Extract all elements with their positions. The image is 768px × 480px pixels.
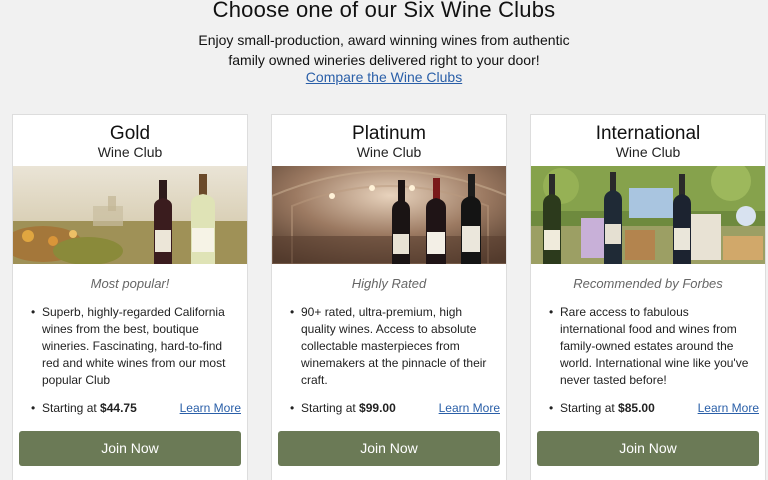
price-label: Starting at (560, 401, 615, 415)
club-name: Gold (109, 123, 151, 144)
price-value: $85.00 (618, 401, 655, 415)
price-line: Starting at $85.00 (560, 401, 655, 415)
description-text: Superb, highly-regarded California wines… (42, 305, 226, 387)
join-now-button[interactable]: Join Now (19, 431, 241, 466)
club-description: • Superb, highly-regarded California win… (31, 304, 231, 389)
price-label: Starting at (301, 401, 356, 415)
bullet-icon: • (549, 401, 554, 415)
bullet-icon: • (31, 401, 36, 415)
page-title: Choose one of our Six Wine Clubs (212, 0, 556, 22)
club-description: • 90+ rated, ultra-premium, high quality… (290, 304, 490, 389)
platinum-club-photo[interactable] (272, 166, 506, 264)
price-line: Starting at $99.00 (301, 401, 396, 415)
club-card-gold: Gold Wine Club Most popular! • Superb, h… (12, 114, 248, 480)
learn-more-link[interactable]: Learn More (439, 401, 500, 415)
club-subtitle: Wine Club (97, 144, 163, 160)
gold-club-photo[interactable] (13, 166, 247, 264)
description-text: Rare access to fabulous international fo… (560, 305, 749, 387)
intro-text: Enjoy small-production, award winning wi… (0, 30, 768, 70)
club-card-platinum: Platinum Wine Club Highly Rated • 90+ ra… (271, 114, 507, 480)
club-subtitle: Wine Club (356, 144, 422, 160)
international-club-photo[interactable] (531, 166, 765, 264)
bullet-icon: • (549, 305, 554, 319)
join-now-button[interactable]: Join Now (537, 431, 759, 466)
club-subtitle: Wine Club (615, 144, 681, 160)
price-value: $99.00 (359, 401, 396, 415)
bullet-icon: • (290, 305, 295, 319)
description-text: 90+ rated, ultra-premium, high quality w… (301, 305, 487, 387)
club-tagline: Highly Rated (351, 276, 427, 291)
club-name: Platinum (352, 123, 426, 144)
price-line: Starting at $44.75 (42, 401, 137, 415)
club-name: International (595, 123, 701, 144)
club-tagline: Recommended by Forbes (573, 276, 723, 291)
bullet-icon: • (31, 305, 36, 319)
club-tagline: Most popular! (90, 276, 170, 291)
club-description: • Rare access to fabulous international … (549, 304, 749, 389)
club-card-international: International Wine Club Recommended by F… (530, 114, 766, 480)
intro-line-1: Enjoy small-production, award winning wi… (198, 32, 570, 48)
join-now-button[interactable]: Join Now (278, 431, 500, 466)
price-label: Starting at (42, 401, 97, 415)
bullet-icon: • (290, 401, 295, 415)
intro-line-2: family owned wineries delivered right to… (228, 52, 540, 68)
price-value: $44.75 (100, 401, 137, 415)
learn-more-link[interactable]: Learn More (180, 401, 241, 415)
compare-clubs-link[interactable]: Compare the Wine Clubs (0, 69, 768, 85)
learn-more-link[interactable]: Learn More (698, 401, 759, 415)
